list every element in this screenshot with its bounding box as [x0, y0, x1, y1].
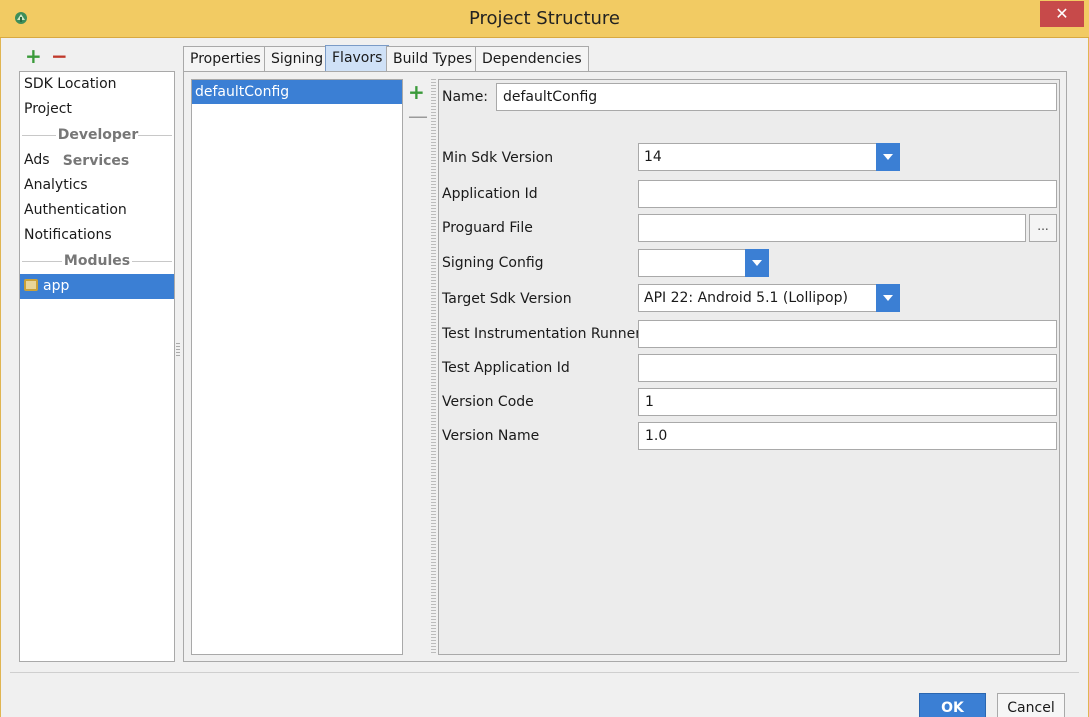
close-icon: ✕ — [1055, 4, 1069, 23]
flavor-item-defaultconfig[interactable]: defaultConfig — [192, 80, 402, 104]
section-header-developer-services: Developer Services — [20, 122, 174, 169]
application-id-label: Application Id — [442, 186, 538, 202]
chevron-down-icon[interactable] — [745, 249, 769, 277]
proguard-file-label: Proguard File — [442, 220, 533, 236]
panel-splitter[interactable] — [431, 79, 436, 655]
name-label: Name: — [442, 89, 489, 105]
test-instrumentation-runner-label: Test Instrumentation Runner — [442, 326, 641, 342]
module-folder-icon — [24, 279, 38, 291]
proguard-file-field[interactable] — [638, 214, 1026, 242]
sidebar-item-notifications[interactable]: Notifications — [20, 223, 174, 248]
tab-signing[interactable]: Signing — [264, 46, 331, 71]
target-sdk-dropdown[interactable]: API 22: Android 5.1 (Lollipop) — [638, 284, 900, 312]
chevron-down-icon[interactable] — [876, 143, 900, 171]
signing-config-dropdown[interactable] — [638, 249, 769, 277]
min-sdk-label: Min Sdk Version — [442, 150, 554, 166]
target-sdk-label: Target Sdk Version — [442, 291, 572, 307]
sidebar-item-sdk-location[interactable]: SDK Location — [20, 72, 174, 97]
sidebar-item-analytics[interactable]: Analytics — [20, 173, 174, 198]
test-application-id-label: Test Application Id — [442, 360, 570, 376]
sidebar-splitter[interactable] — [176, 343, 180, 357]
sidebar-item-app[interactable]: app — [20, 274, 174, 299]
tab-dependencies[interactable]: Dependencies — [475, 46, 589, 71]
sidebar-item-authentication[interactable]: Authentication — [20, 198, 174, 223]
flavor-list: defaultConfig — [191, 79, 403, 655]
target-sdk-value: API 22: Android 5.1 (Lollipop) — [644, 290, 848, 306]
version-code-label: Version Code — [442, 394, 534, 410]
test-application-id-field[interactable] — [638, 354, 1057, 382]
sidebar-nav: SDK Location Project Developer Services … — [19, 71, 175, 662]
tab-build-types[interactable]: Build Types — [386, 46, 480, 71]
tab-flavors[interactable]: Flavors — [325, 45, 390, 71]
browse-button[interactable]: ... — [1029, 214, 1057, 242]
version-name-label: Version Name — [442, 428, 540, 444]
remove-flavor-button[interactable]: — — [408, 106, 428, 126]
chevron-down-icon[interactable] — [876, 284, 900, 312]
add-module-button[interactable]: + — [25, 46, 42, 66]
cancel-button[interactable]: Cancel — [997, 693, 1065, 717]
sidebar-item-app-label: app — [43, 278, 70, 294]
footer-divider — [10, 672, 1079, 673]
min-sdk-dropdown[interactable]: 14 — [638, 143, 900, 171]
application-id-field[interactable] — [638, 180, 1057, 208]
min-sdk-value: 14 — [644, 149, 662, 165]
title-bar: Project Structure ✕ — [0, 0, 1089, 38]
window-title: Project Structure — [468, 8, 621, 29]
version-code-field[interactable]: 1 — [638, 388, 1057, 416]
test-instrumentation-runner-field[interactable] — [638, 320, 1057, 348]
section-header-modules: Modules — [20, 248, 174, 274]
version-name-field[interactable]: 1.0 — [638, 422, 1057, 450]
add-flavor-button[interactable]: + — [408, 82, 425, 102]
name-field[interactable]: defaultConfig — [496, 83, 1057, 111]
signing-config-label: Signing Config — [442, 255, 544, 271]
sidebar-item-project[interactable]: Project — [20, 97, 174, 122]
close-button[interactable]: ✕ — [1040, 1, 1084, 27]
tab-properties[interactable]: Properties — [183, 46, 268, 71]
ok-button[interactable]: OK — [919, 693, 986, 717]
remove-module-button[interactable]: − — [51, 46, 68, 66]
